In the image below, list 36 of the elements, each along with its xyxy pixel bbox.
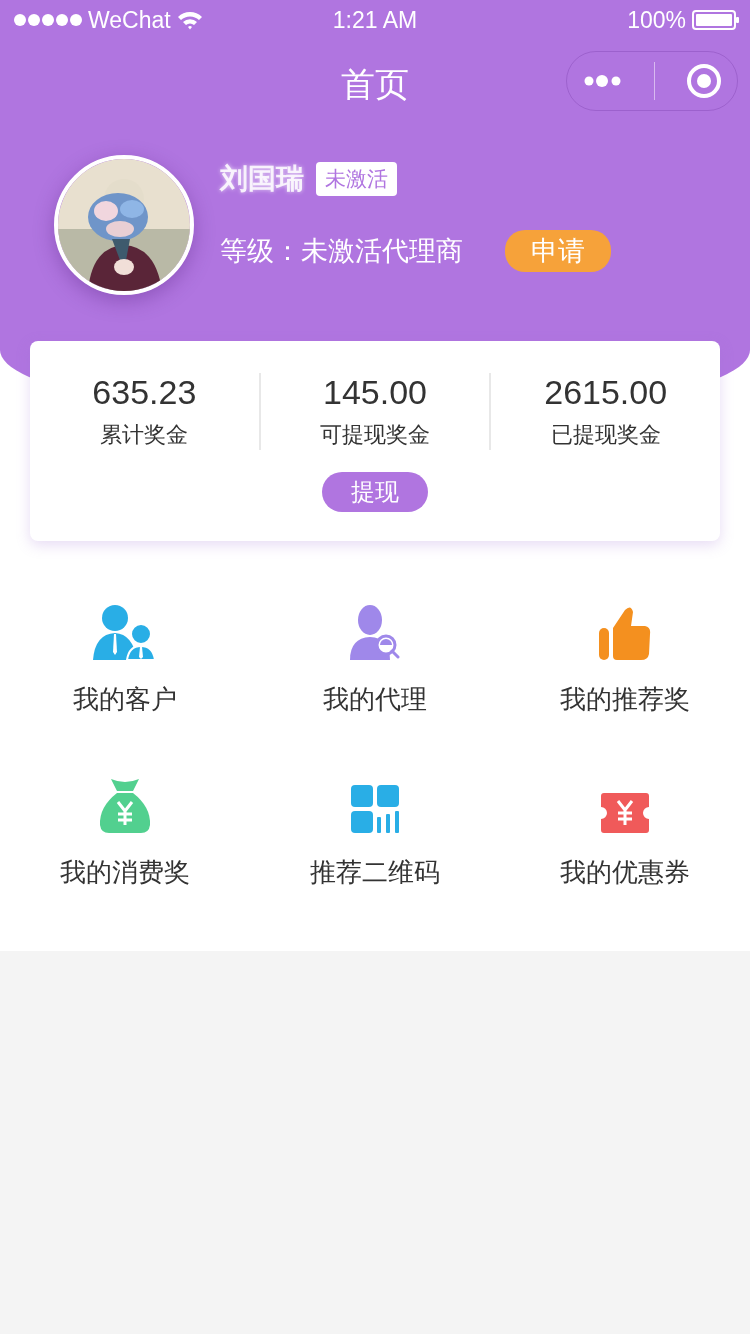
menu-item[interactable]: 我的客户 (0, 571, 250, 744)
bonus-label: 可提现奖金 (320, 421, 430, 449)
status-time: 1:21 AM (332, 6, 418, 34)
status-badge: 未激活 (316, 162, 397, 196)
agent-level: 等级：未激活代理商 (220, 234, 463, 268)
user-name: 刘国瑞 (220, 161, 304, 197)
signal-icon (14, 13, 82, 27)
more-icon[interactable] (582, 73, 623, 89)
menu-label: 推荐二维码 (310, 856, 440, 889)
menu-item[interactable]: 我的优惠券 (500, 744, 750, 917)
thumbs-up-icon (599, 606, 651, 660)
menu-label: 我的优惠券 (560, 856, 690, 889)
money-bag-icon (99, 777, 151, 833)
wifi-icon (176, 10, 203, 30)
menu-label: 我的代理 (323, 683, 427, 716)
menu-item[interactable]: 我的消费奖 (0, 744, 250, 917)
bonus-label: 已提现奖金 (550, 421, 661, 449)
bonus-amount: 635.23 (92, 373, 197, 412)
menu-item[interactable]: 我的推荐奖 (500, 571, 750, 744)
page-title: 首页 (341, 63, 409, 106)
battery-icon (692, 10, 740, 30)
user-search-icon (350, 604, 400, 660)
coupon-icon (601, 793, 649, 833)
qr-code-icon (351, 785, 399, 833)
bonus-amount: 2615.00 (544, 373, 668, 412)
menu-label: 我的客户 (73, 683, 177, 716)
battery-percent: 100% (627, 6, 686, 34)
menu-label: 我的消费奖 (60, 856, 190, 889)
bonus-amount: 145.00 (323, 373, 427, 412)
close-icon[interactable] (685, 63, 722, 99)
carrier-name: WeChat (88, 6, 171, 34)
menu-item[interactable]: 推荐二维码 (250, 744, 500, 917)
bonus-label: 累计奖金 (100, 421, 189, 449)
menu-item[interactable]: 我的代理 (250, 571, 500, 744)
people-icon (93, 604, 157, 660)
menu-label: 我的推荐奖 (560, 683, 690, 716)
